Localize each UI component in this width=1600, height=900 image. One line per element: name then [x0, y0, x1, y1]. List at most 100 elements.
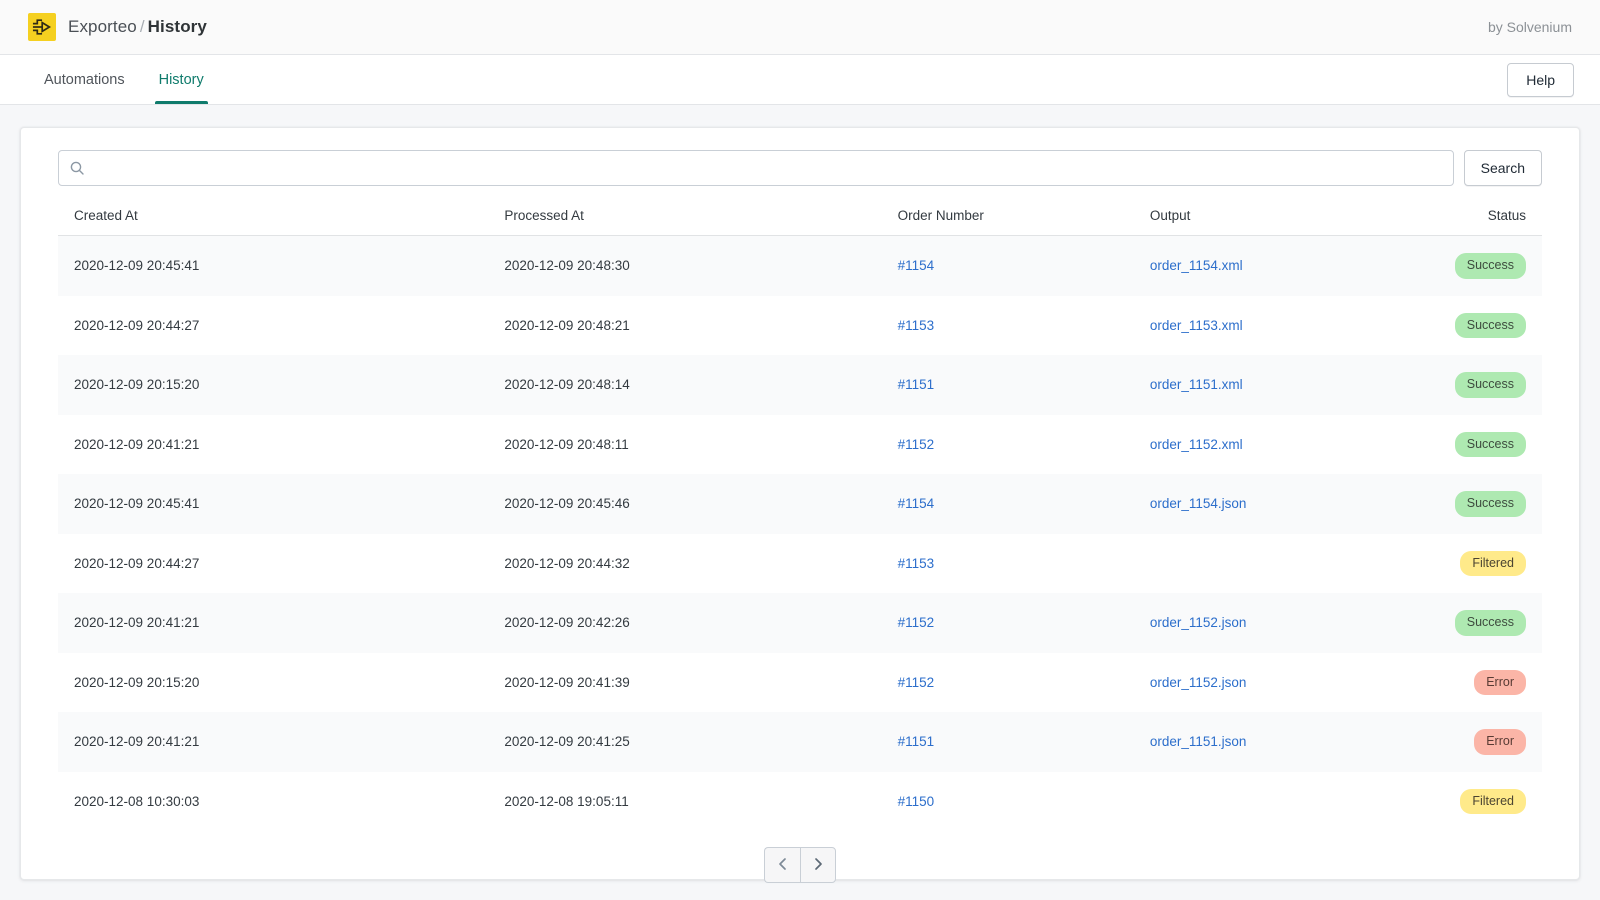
tab-history[interactable]: History	[145, 55, 218, 104]
cell-processed-at: 2020-12-09 20:41:25	[488, 712, 881, 772]
cell-created-at: 2020-12-09 20:41:21	[58, 415, 488, 475]
status-badge: Success	[1455, 491, 1526, 517]
cell-output: order_1152.xml	[1134, 415, 1379, 475]
cell-processed-at: 2020-12-09 20:48:14	[488, 355, 881, 415]
cell-processed-at: 2020-12-09 20:48:21	[488, 296, 881, 356]
table-row: 2020-12-09 20:41:212020-12-09 20:42:26 #1…	[58, 593, 1542, 653]
output-file-link[interactable]: order_1153.xml	[1150, 318, 1243, 333]
output-file-link[interactable]: order_1152.json	[1150, 615, 1247, 630]
cell-order-number: #1153	[882, 534, 1134, 594]
breadcrumb: Exporteo/History	[28, 13, 207, 41]
tab-automations[interactable]: Automations	[30, 55, 139, 104]
pagination-next-button[interactable]	[800, 847, 836, 883]
cell-order-number: #1152	[882, 593, 1134, 653]
order-number-link[interactable]: #1153	[898, 318, 935, 333]
cell-output: order_1151.json	[1134, 712, 1379, 772]
cell-status: Success	[1379, 296, 1542, 356]
order-number-link[interactable]: #1152	[898, 615, 935, 630]
cell-processed-at: 2020-12-09 20:48:30	[488, 236, 881, 296]
cell-created-at: 2020-12-09 20:44:27	[58, 534, 488, 594]
output-file-link[interactable]: order_1152.json	[1150, 675, 1247, 690]
status-badge: Success	[1455, 253, 1526, 279]
cell-created-at: 2020-12-09 20:41:21	[58, 712, 488, 772]
order-number-link[interactable]: #1151	[898, 734, 935, 749]
cell-status: Success	[1379, 593, 1542, 653]
cell-output: order_1151.xml	[1134, 355, 1379, 415]
history-table-wrapper: Created At Processed At Order Number Out…	[41, 200, 1559, 831]
table-row: 2020-12-09 20:15:202020-12-09 20:41:39 #1…	[58, 653, 1542, 713]
cell-output: order_1153.xml	[1134, 296, 1379, 356]
output-file-link[interactable]: order_1154.json	[1150, 496, 1247, 511]
output-file-link[interactable]: order_1151.xml	[1150, 377, 1243, 392]
pagination-previous-button[interactable]	[764, 847, 800, 883]
cell-status: Filtered	[1379, 534, 1542, 594]
table-row: 2020-12-09 20:44:272020-12-09 20:44:32 #1…	[58, 534, 1542, 594]
cell-created-at: 2020-12-09 20:41:21	[58, 593, 488, 653]
cell-status: Error	[1379, 653, 1542, 713]
cell-created-at: 2020-12-09 20:15:20	[58, 653, 488, 713]
cell-processed-at: 2020-12-09 20:45:46	[488, 474, 881, 534]
tab-list: Automations History	[30, 55, 218, 104]
cell-created-at: 2020-12-09 20:15:20	[58, 355, 488, 415]
cell-created-at: 2020-12-09 20:45:41	[58, 236, 488, 296]
tab-automations-label: Automations	[44, 72, 125, 88]
cell-order-number: #1153	[882, 296, 1134, 356]
content-area: Search Created At Processed At Order Num…	[0, 105, 1600, 900]
breadcrumb-current-page: History	[148, 17, 207, 36]
order-number-link[interactable]: #1151	[898, 377, 935, 392]
output-file-link[interactable]: order_1152.xml	[1150, 437, 1243, 452]
cell-processed-at: 2020-12-09 20:48:11	[488, 415, 881, 475]
search-box[interactable]	[58, 150, 1454, 186]
column-header-created-at: Created At	[58, 200, 488, 236]
cell-order-number: #1154	[882, 474, 1134, 534]
breadcrumb-separator: /	[137, 17, 148, 36]
top-bar: Exporteo/History by Solvenium	[0, 0, 1600, 55]
cell-order-number: #1151	[882, 355, 1134, 415]
column-header-status: Status	[1379, 200, 1542, 236]
order-number-link[interactable]: #1152	[898, 437, 935, 452]
help-button[interactable]: Help	[1507, 63, 1574, 97]
column-header-processed-at: Processed At	[488, 200, 881, 236]
cell-output: order_1152.json	[1134, 653, 1379, 713]
status-badge: Success	[1455, 432, 1526, 458]
column-header-output: Output	[1134, 200, 1379, 236]
status-badge: Success	[1455, 372, 1526, 398]
history-card: Search Created At Processed At Order Num…	[20, 127, 1580, 880]
order-number-link[interactable]: #1154	[898, 258, 935, 273]
cell-order-number: #1151	[882, 712, 1134, 772]
cell-created-at: 2020-12-08 10:30:03	[58, 772, 488, 832]
cell-status: Error	[1379, 712, 1542, 772]
table-row: 2020-12-09 20:41:212020-12-09 20:48:11 #1…	[58, 415, 1542, 475]
chevron-right-icon	[810, 856, 826, 875]
search-input[interactable]	[93, 151, 1443, 185]
search-button[interactable]: Search	[1464, 150, 1542, 186]
order-number-link[interactable]: #1152	[898, 675, 935, 690]
status-badge: Error	[1474, 729, 1526, 755]
cell-processed-at: 2020-12-09 20:42:26	[488, 593, 881, 653]
pager-controls	[764, 847, 836, 883]
cell-processed-at: 2020-12-09 20:41:39	[488, 653, 881, 713]
cell-output	[1134, 534, 1379, 594]
cell-created-at: 2020-12-09 20:45:41	[58, 474, 488, 534]
cell-processed-at: 2020-12-09 20:44:32	[488, 534, 881, 594]
cell-output: order_1152.json	[1134, 593, 1379, 653]
cell-order-number: #1152	[882, 415, 1134, 475]
cell-status: Success	[1379, 236, 1542, 296]
breadcrumb-app-name[interactable]: Exporteo	[68, 17, 137, 36]
table-row: 2020-12-09 20:45:412020-12-09 20:48:30 #1…	[58, 236, 1542, 296]
exporteo-logo-icon	[28, 13, 56, 41]
column-header-order-number: Order Number	[882, 200, 1134, 236]
order-number-link[interactable]: #1154	[898, 496, 935, 511]
status-badge: Success	[1455, 313, 1526, 339]
output-file-link[interactable]: order_1154.xml	[1150, 258, 1243, 273]
chevron-left-icon	[775, 856, 791, 875]
order-number-link[interactable]: #1153	[898, 556, 935, 571]
cell-order-number: #1152	[882, 653, 1134, 713]
cell-status: Filtered	[1379, 772, 1542, 832]
output-file-link[interactable]: order_1151.json	[1150, 734, 1247, 749]
application-window: Exporteo/History by Solvenium Automation…	[0, 0, 1600, 900]
cell-status: Success	[1379, 355, 1542, 415]
order-number-link[interactable]: #1150	[898, 794, 935, 809]
cell-status: Success	[1379, 474, 1542, 534]
status-badge: Filtered	[1460, 551, 1526, 577]
